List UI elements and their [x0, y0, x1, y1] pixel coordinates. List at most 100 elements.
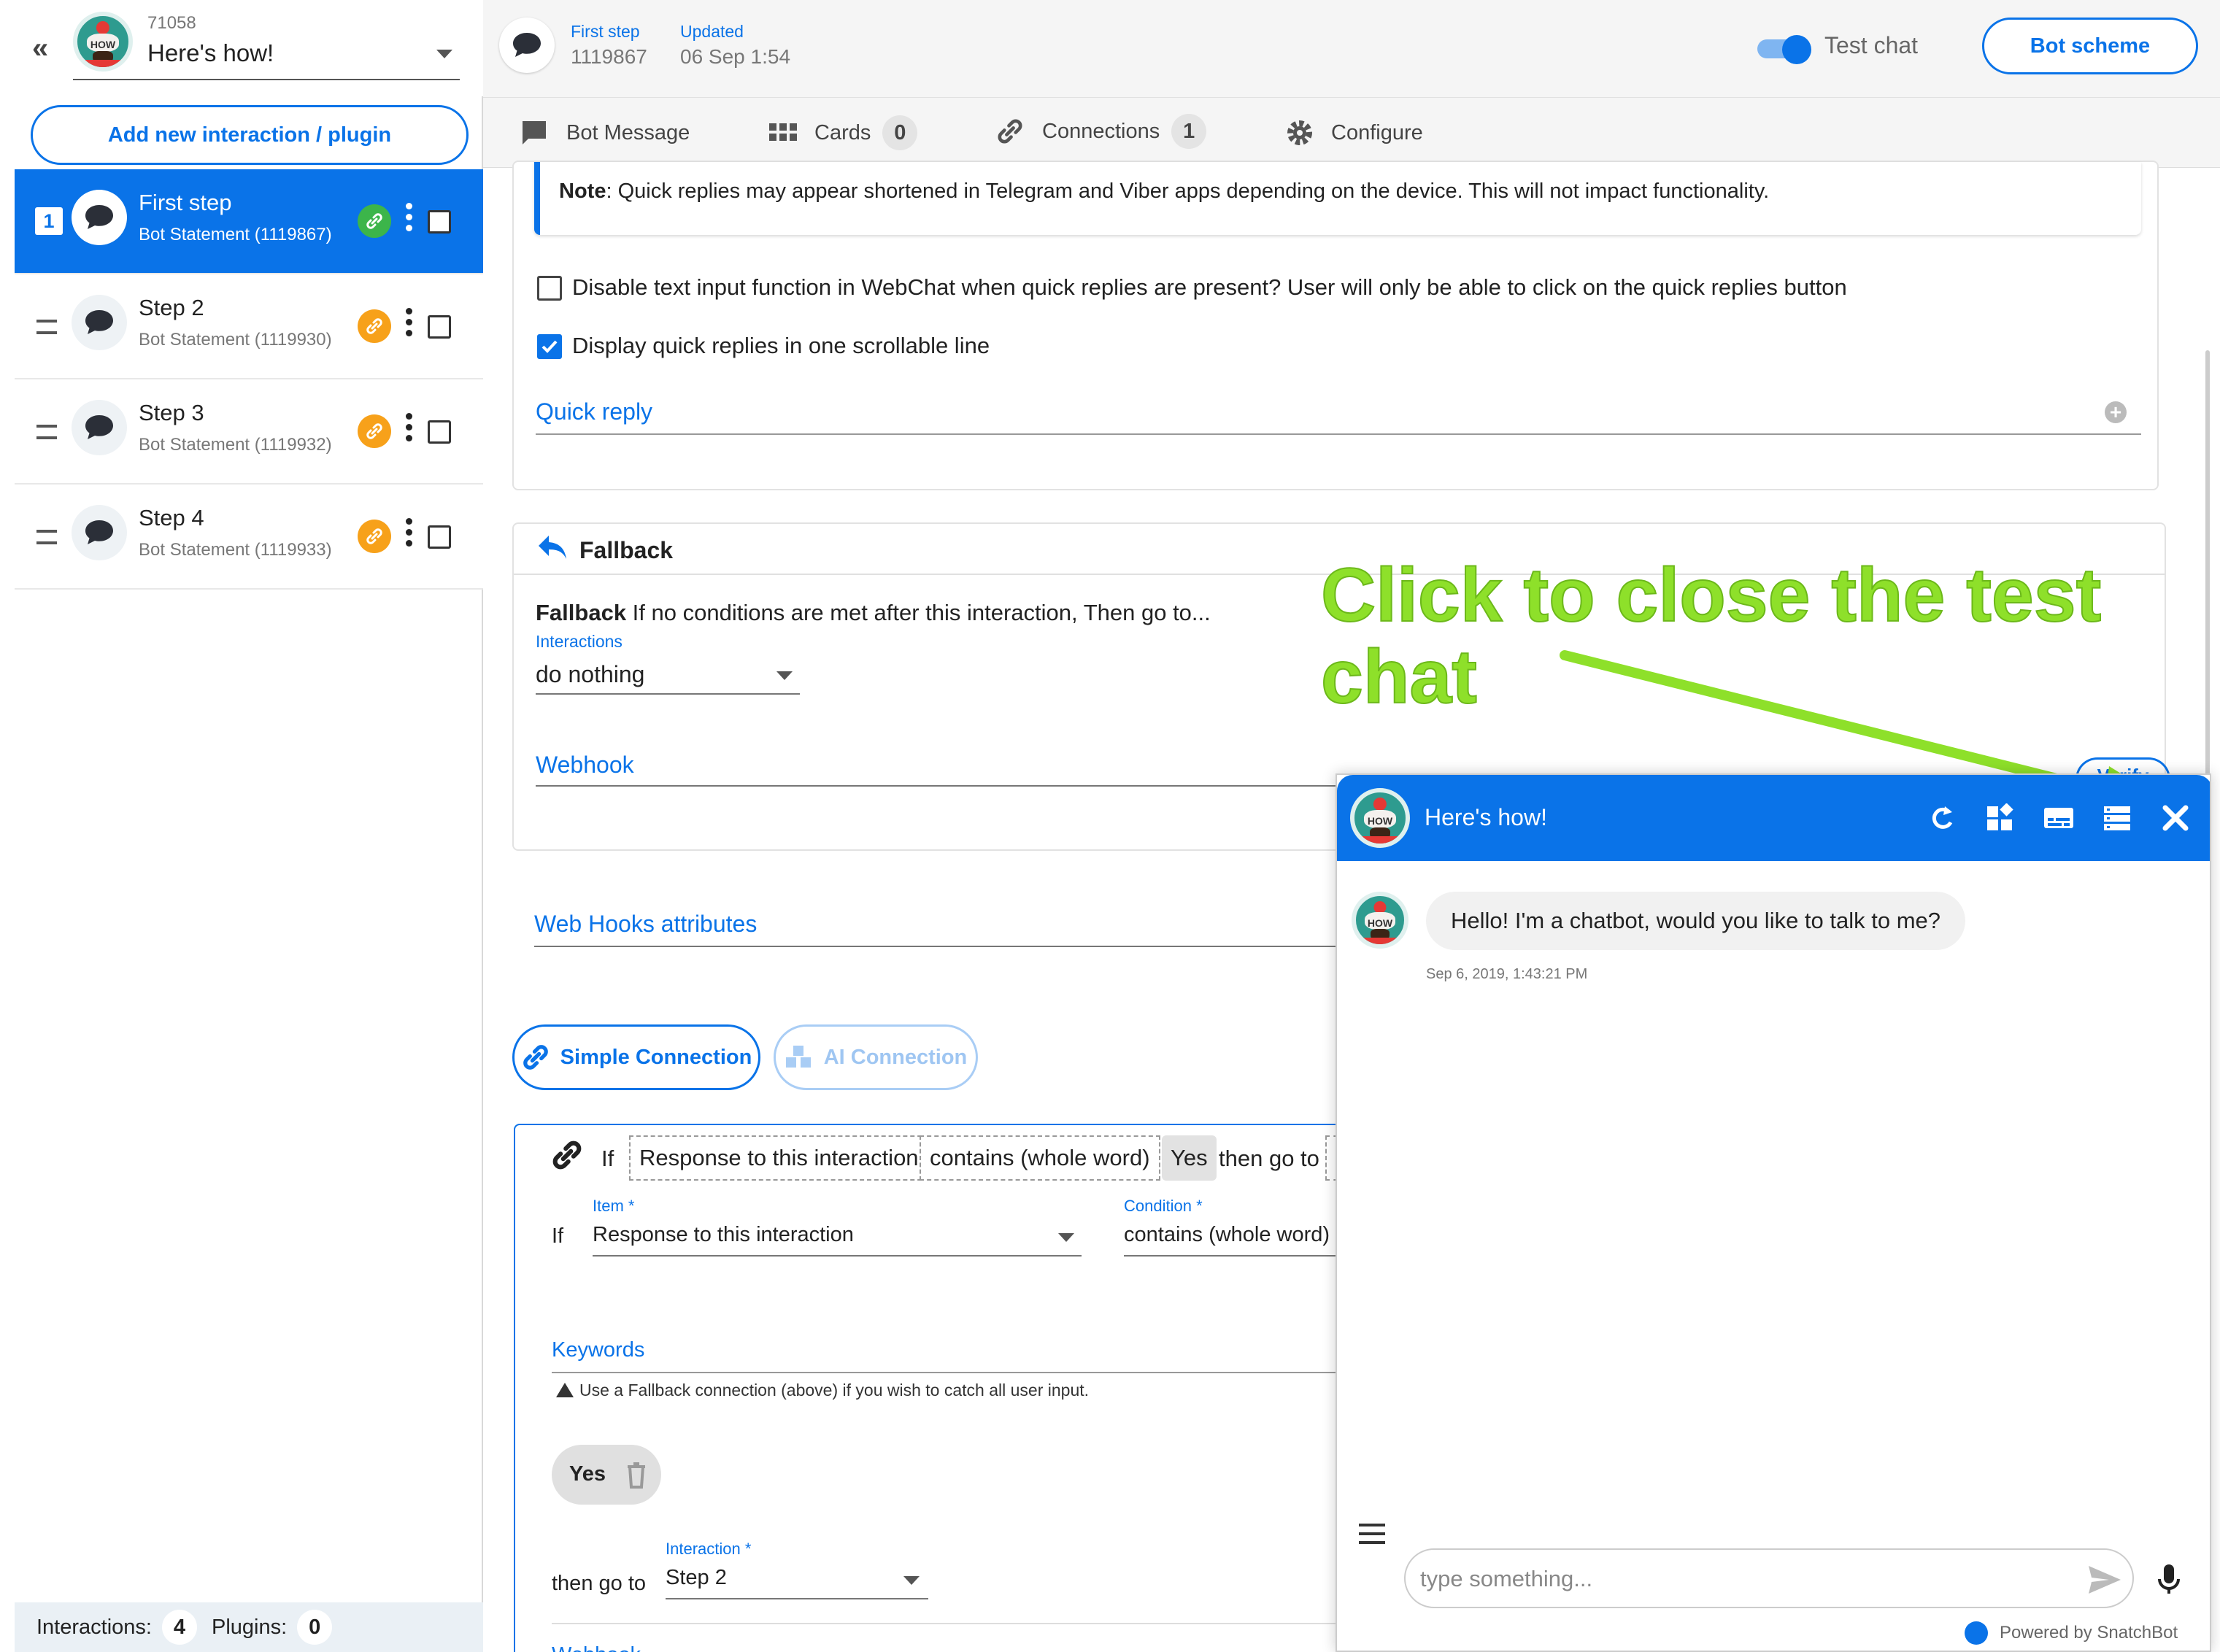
interaction-value: Step 2	[666, 1566, 727, 1589]
disable-text-input-checkbox[interactable]	[537, 276, 562, 301]
quick-reply-field[interactable]: Quick reply +	[536, 394, 2141, 435]
cubes-icon	[785, 1046, 811, 1068]
link-icon[interactable]	[358, 204, 391, 238]
drag-handle-icon[interactable]	[36, 530, 57, 544]
tab-cards[interactable]: Cards 0	[769, 98, 918, 168]
chat-bubble-icon	[72, 295, 127, 350]
chip-condition[interactable]: contains (whole word)	[920, 1135, 1160, 1181]
note-box: Note: Quick replies may appear shortened…	[534, 162, 2141, 235]
keywords-field[interactable]: Keywords	[552, 1332, 1354, 1373]
fallback-title: Fallback	[579, 537, 674, 563]
scrollable-line-label: Display quick replies in one scrollable …	[572, 333, 990, 358]
chat-input[interactable]: type something...	[1404, 1548, 2134, 1608]
sidebar-item-title: First step	[139, 190, 232, 215]
more-options-icon[interactable]	[406, 308, 413, 341]
webhooks-attributes-field[interactable]: Web Hooks attributes	[534, 900, 1373, 947]
trash-icon[interactable]	[625, 1461, 648, 1489]
send-icon[interactable]	[2087, 1564, 2122, 1595]
condition-label: Condition *	[1124, 1197, 1203, 1215]
chat-title: Here's how!	[1425, 804, 1547, 830]
condition-select[interactable]: contains (whole word)	[1124, 1216, 1357, 1257]
collapse-sidebar-icon[interactable]: «	[32, 34, 48, 63]
add-interaction-button[interactable]: Add new interaction / plugin	[31, 105, 469, 165]
tab-count: 0	[882, 115, 918, 150]
tab-label: Configure	[1331, 120, 1423, 144]
note-text: : Quick replies may appear shortened in …	[606, 180, 1770, 203]
updated-value: 06 Sep 1:54	[680, 45, 791, 68]
fallback-desc-bold: Fallback	[536, 600, 627, 625]
tab-configure[interactable]: Configure	[1284, 98, 1423, 168]
simple-connection-button[interactable]: Simple Connection	[512, 1024, 760, 1090]
sidebar-item-subtitle: Bot Statement (1119930)	[139, 330, 332, 350]
tab-bot-message[interactable]: Bot Message	[520, 98, 690, 168]
chip-item[interactable]: Response to this interaction	[629, 1135, 929, 1181]
tab-bar: Bot Message Cards 0 Connections 1 Config…	[483, 98, 2220, 168]
fallback-webhook-field[interactable]: Webhook	[536, 743, 1411, 787]
ai-connection-button[interactable]: AI Connection	[774, 1024, 978, 1090]
close-icon[interactable]	[2157, 800, 2194, 836]
message-avatar: HOW TO	[1352, 892, 1408, 949]
test-chat-toggle[interactable]	[1757, 35, 1811, 64]
step-label: First step	[571, 22, 640, 41]
chat-menu-icon[interactable]	[1359, 1524, 1385, 1544]
chat-bubble-icon	[72, 400, 127, 455]
sidebar-item-subtitle: Bot Statement (1119933)	[139, 540, 332, 560]
select-checkbox[interactable]	[428, 420, 451, 444]
keyword-chip[interactable]: Yes	[552, 1445, 661, 1505]
divider	[552, 1623, 1354, 1624]
more-options-icon[interactable]	[406, 413, 413, 447]
link-icon[interactable]	[358, 309, 391, 343]
add-circle-icon[interactable]: +	[2105, 401, 2127, 423]
step-number: 1	[35, 207, 63, 235]
refresh-icon[interactable]	[1924, 800, 1960, 836]
interaction-select[interactable]: Step 2	[666, 1559, 928, 1599]
connection-webhook-label[interactable]: Webhook	[552, 1643, 641, 1652]
sidebar-item-first-step[interactable]: 1 First step Bot Statement (1119867)	[15, 169, 483, 274]
more-options-icon[interactable]	[406, 518, 413, 552]
quick-replies-card: Note: Quick replies may appear shortened…	[512, 161, 2159, 490]
sidebar-item-step-3[interactable]: Step 3 Bot Statement (1119932)	[15, 379, 483, 485]
chevron-down-icon	[776, 671, 793, 680]
message-icon	[523, 121, 546, 144]
chip-keyword[interactable]: Yes	[1162, 1135, 1217, 1181]
select-checkbox[interactable]	[428, 210, 451, 233]
select-checkbox[interactable]	[428, 315, 451, 339]
if-row-label: If	[552, 1224, 564, 1248]
test-chat-window: HOW TO Here's how! HOW TO Hello! I'm a c…	[1336, 773, 2211, 1652]
scrollable-line-checkbox[interactable]	[537, 334, 562, 359]
storage-icon[interactable]	[2099, 800, 2135, 836]
grid-icon	[769, 123, 797, 141]
sidebar-item-step-2[interactable]: Step 2 Bot Statement (1119930)	[15, 274, 483, 379]
tab-connections[interactable]: Connections 1	[956, 98, 1241, 168]
fallback-interactions-select[interactable]: do nothing	[536, 654, 800, 695]
drag-handle-icon[interactable]	[36, 425, 57, 439]
plugins-label: Plugins:	[211, 1615, 288, 1639]
more-options-icon[interactable]	[406, 203, 413, 236]
bot-id: 71058	[147, 13, 196, 33]
bot-scheme-button[interactable]: Bot scheme	[1982, 18, 2198, 74]
link-icon	[998, 119, 1022, 144]
drag-handle-icon[interactable]	[36, 320, 57, 334]
sidebar-item-step-4[interactable]: Step 4 Bot Statement (1119933)	[15, 485, 483, 590]
sidebar: « HOW TO 71058 Here's how! Add new inter…	[0, 0, 483, 1652]
condition-value: contains (whole word)	[1124, 1223, 1330, 1246]
keyword-chip-label: Yes	[569, 1462, 606, 1486]
warning-icon	[556, 1383, 574, 1397]
link-icon	[552, 1140, 582, 1170]
webhooks-attributes-label: Web Hooks attributes	[534, 911, 758, 937]
microphone-icon[interactable]	[2157, 1563, 2181, 1595]
interaction-label: Interaction *	[666, 1540, 752, 1558]
link-icon	[523, 1045, 548, 1070]
app-root: { "sidebar": { "bot_id": "71058", "bot_n…	[0, 0, 2220, 1652]
sidebar-footer: Interactions: 4 Plugins: 0	[15, 1602, 483, 1652]
link-icon[interactable]	[358, 520, 391, 553]
select-checkbox[interactable]	[428, 525, 451, 549]
link-icon[interactable]	[358, 414, 391, 448]
if-label: If	[601, 1146, 614, 1171]
item-select[interactable]: Response to this interaction	[593, 1216, 1082, 1257]
bot-selector[interactable]: Here's how!	[73, 34, 460, 80]
chevron-down-icon	[1058, 1233, 1074, 1242]
sidebar-item-subtitle: Bot Statement (1119932)	[139, 435, 332, 455]
subtitles-icon[interactable]	[2040, 800, 2077, 836]
widgets-icon[interactable]	[1982, 800, 2019, 836]
